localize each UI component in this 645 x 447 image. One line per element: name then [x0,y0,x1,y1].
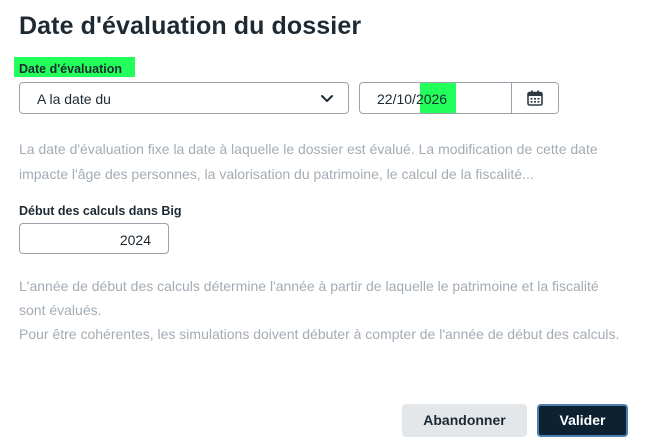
evaluation-date-label: Date d'évaluation [19,62,122,76]
chevron-down-icon [320,92,334,104]
dialog-title: Date d'évaluation du dossier [19,12,362,40]
date-day-month: 22/10/ [377,91,416,107]
confirm-button[interactable]: Valider [537,404,628,437]
calendar-button[interactable] [511,83,558,113]
evaluation-date-help: La date d'évaluation fixe la date à laqu… [19,141,598,182]
evaluation-mode-value: A la date du [37,91,111,107]
start-year-label: Début des calculs dans Big [19,204,182,218]
evaluation-mode-select[interactable]: A la date du [19,82,349,114]
evaluation-date-value: 22/10/2026 [377,91,447,107]
start-year-value: 2024 [119,232,151,248]
cancel-button[interactable]: Abandonner [402,404,527,437]
evaluation-date-input[interactable]: 22/10/2026 [359,82,559,114]
calendar-icon [527,90,543,106]
start-year-help-line1: L'année de début des calculs détermine l… [19,278,599,318]
start-year-help: L'année de début des calculs détermine l… [19,274,629,346]
evaluation-date-dialog: Date d'évaluation du dossier Date d'éval… [0,0,645,447]
date-year: 2026 [415,91,448,107]
start-year-input[interactable]: 2024 [19,223,169,254]
start-year-help-line2: Pour être cohérentes, les simulations do… [19,326,620,342]
